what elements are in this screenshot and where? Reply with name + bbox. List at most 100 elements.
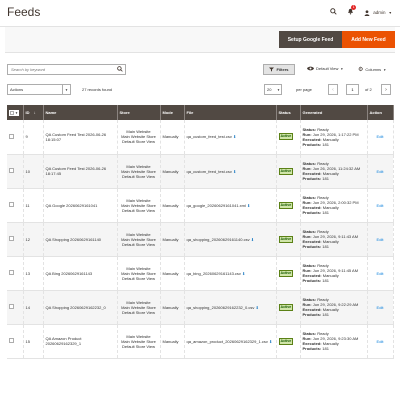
current-page-input[interactable] <box>346 84 359 95</box>
table-row[interactable]: 14 QA Shopping 20260629162232_0 Main Websi… <box>7 290 394 325</box>
store-store: Main Website Store <box>121 236 156 242</box>
cell-name: QA Shopping 20260629162232_0 <box>43 290 118 325</box>
column-header-action: Action <box>367 105 394 120</box>
store-view: Default Store View <box>121 275 156 281</box>
add-new-feed-button[interactable]: Add New Feed <box>342 31 395 48</box>
search-box <box>7 64 126 75</box>
gen-products-value: 181 <box>322 210 329 215</box>
table-row[interactable]: 15 QA Amazon Product 20260629162329_1 Main… <box>7 324 394 359</box>
gen-products-line: Products: 181 <box>303 244 365 249</box>
store-store: Main Website Store <box>121 202 156 208</box>
download-icon[interactable]: ⬇ <box>233 134 236 139</box>
gear-icon: ⚙ <box>358 67 364 73</box>
download-icon[interactable]: ⬇ <box>242 271 245 276</box>
search-icon[interactable] <box>330 8 337 17</box>
edit-link[interactable]: Edit <box>377 339 384 344</box>
column-header-name[interactable]: Name <box>43 105 118 120</box>
column-header-mode[interactable]: Mode <box>160 105 185 120</box>
column-header-file[interactable]: File <box>184 105 277 120</box>
edit-link[interactable]: Edit <box>377 169 384 174</box>
setup-google-feed-button[interactable]: Setup Google Feed <box>279 31 342 48</box>
row-checkbox[interactable] <box>9 304 14 309</box>
filters-button[interactable]: Filters <box>263 64 295 75</box>
cell-action: Edit <box>367 222 394 257</box>
cell-mode: Manually <box>160 120 185 155</box>
row-checkbox[interactable] <box>9 133 14 139</box>
user-menu[interactable]: admin ▼ <box>364 9 392 16</box>
cell-action: Edit <box>367 188 394 223</box>
cell-status: Active <box>276 256 301 291</box>
table-row[interactable]: 9 QA Custom Feed Test 2026-06-26 18:15:07… <box>7 120 394 155</box>
status-badge: Active <box>278 133 294 141</box>
column-header-store[interactable]: Store <box>117 105 161 120</box>
cell-generated: Status: Ready Run: Jun 29, 2026, 2:00:32 … <box>300 188 368 223</box>
row-checkbox[interactable] <box>9 270 14 275</box>
download-icon[interactable]: ⬇ <box>247 203 250 208</box>
cell-status: Active <box>276 290 301 325</box>
gen-products-value: 181 <box>322 176 329 181</box>
table-row[interactable]: 12 QA Shopping 20260629161140 Main Website… <box>7 222 394 257</box>
per-page-label: per page <box>296 87 312 92</box>
gen-products-label: Products: <box>302 141 322 147</box>
cell-generated: Status: Ready Run: Jun 29, 2026, 1:17:22 … <box>300 120 368 155</box>
chevron-down-icon: ▼ <box>15 110 18 115</box>
cell-action: Edit <box>367 154 394 189</box>
edit-link[interactable]: Edit <box>377 237 384 242</box>
row-checkbox[interactable] <box>9 236 14 241</box>
store-store: Main Website Store <box>121 338 156 344</box>
table-row[interactable]: 11 QA Google 20260629161041 Main Website Ma… <box>7 188 394 223</box>
search-submit-icon[interactable] <box>117 66 123 75</box>
status-badge: Active <box>278 167 294 175</box>
header-actions: 1 admin ▼ <box>330 5 392 17</box>
status-badge: Active <box>278 235 294 243</box>
cell-file: qa_custom_feed_test.csv ⬇ <box>184 120 277 155</box>
row-select-cell <box>7 154 24 189</box>
column-header-generated[interactable]: Generated <box>300 105 368 120</box>
row-select-cell <box>7 256 24 291</box>
table-row[interactable]: 10 QA Custom Feed Test 2026-06-26 18:17:4… <box>7 154 394 189</box>
view-selector[interactable]: Default View ▼ <box>307 66 343 71</box>
store-store: Main Website Store <box>121 168 156 174</box>
row-checkbox[interactable] <box>9 168 14 173</box>
column-header-status[interactable]: Status <box>276 105 301 120</box>
edit-link[interactable]: Edit <box>377 305 384 310</box>
status-badge: Active <box>278 303 294 311</box>
cell-id: 14 <box>23 290 44 325</box>
download-icon[interactable]: ⬇ <box>255 305 258 310</box>
next-page-button[interactable]: › <box>381 84 391 95</box>
cell-action: Edit <box>367 256 394 291</box>
columns-selector[interactable]: ⚙ Columns ▼ <box>358 66 386 73</box>
download-icon[interactable]: ⬇ <box>269 339 272 344</box>
table-row[interactable]: 13 QA Bing 20260629161143 Main Website Main… <box>7 256 394 291</box>
select-all-checkbox[interactable]: ▼ <box>9 109 19 116</box>
table-header-row: ▼ ID ↓ Name Store Mode File Status Gener… <box>7 105 394 120</box>
row-checkbox[interactable] <box>9 338 14 343</box>
gen-products-line: Products: 181 <box>303 142 365 147</box>
page-actions-bar: Setup Google Feed Add New Feed <box>5 27 395 53</box>
mass-actions-dropdown[interactable]: Actions ▼ <box>7 84 71 95</box>
gen-products-line: Products: 181 <box>303 346 365 351</box>
cell-name: QA Bing 20260629161143 <box>43 256 118 291</box>
download-icon[interactable]: ⬇ <box>251 237 254 242</box>
edit-link[interactable]: Edit <box>377 203 384 208</box>
select-all-header[interactable]: ▼ <box>7 105 24 120</box>
status-badge: Active <box>278 201 294 209</box>
store-store: Main Website Store <box>121 304 156 310</box>
checkbox[interactable] <box>10 110 14 115</box>
row-select-cell <box>7 188 24 223</box>
cell-name: QA Custom Feed Test 2026-06-26 18:17:45 <box>43 154 118 189</box>
row-checkbox[interactable] <box>9 202 14 207</box>
edit-link[interactable]: Edit <box>377 134 384 139</box>
feeds-grid: ▼ ID ↓ Name Store Mode File Status Gener… <box>7 105 394 359</box>
per-page-select[interactable]: 20 ▼ <box>264 84 282 95</box>
download-icon[interactable]: ⬇ <box>233 169 236 174</box>
chevron-down-icon: ▼ <box>340 66 344 71</box>
search-input[interactable] <box>8 65 108 74</box>
bell-icon[interactable]: 1 <box>347 5 357 17</box>
store-view: Default Store View <box>121 241 156 247</box>
edit-link[interactable]: Edit <box>377 271 384 276</box>
column-header-id[interactable]: ID ↓ <box>23 105 44 120</box>
store-view: Default Store View <box>121 309 156 315</box>
previous-page-button[interactable]: ‹ <box>328 84 338 95</box>
cell-status: Active <box>276 188 301 223</box>
